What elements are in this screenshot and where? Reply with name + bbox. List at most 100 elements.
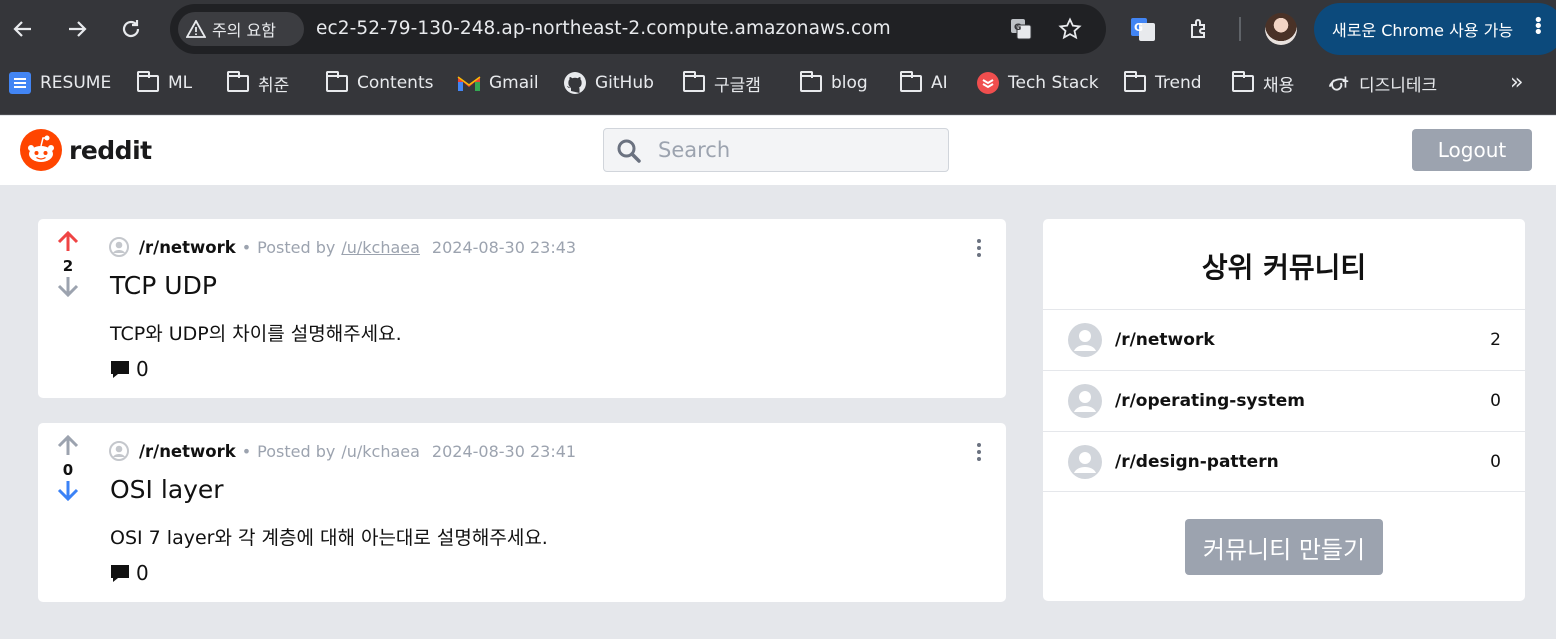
create-community-button[interactable]: 커뮤니티 만들기 [1185,519,1383,575]
panel-title: 상위 커뮤니티 [1201,251,1367,284]
post-timestamp: 2024-08-30 23:41 [431,441,577,461]
bookmark-label: blog [831,73,868,93]
reload-icon [122,20,140,38]
bookmarks-overflow-icon[interactable]: » [1510,70,1523,95]
forward-button[interactable] [60,12,94,46]
bookmark-resume[interactable]: RESUME [8,70,111,96]
bookmark-label: 디즈니테크 [1359,75,1438,96]
post-title[interactable]: TCP UDP [110,271,217,300]
bookmark-google-camp[interactable]: 구글캠 [682,70,761,96]
comments-button[interactable]: 0 [110,357,149,381]
bookmark-label: 구글캠 [714,75,761,96]
post-card[interactable]: 0 /r/network • Posted by /u/kchaea 2024-… [38,423,1006,602]
author-link[interactable]: /u/kchaea [341,442,420,461]
bookmark-github[interactable]: GitHub [563,70,654,96]
bookmark-tech-stack[interactable]: Tech Stack [976,70,1099,96]
posted-by-label: Posted by [257,237,336,257]
profile-avatar[interactable] [1265,13,1297,45]
top-communities-panel: 상위 커뮤니티 /r/network 2 /r/operating-system… [1043,219,1525,601]
bookmark-label: Gmail [489,73,539,93]
bookmark-label: 채용 [1263,75,1295,96]
chrome-update-button[interactable]: 새로운 Chrome 사용 가능 [1314,3,1556,55]
subreddit-link[interactable]: /r/network [139,238,236,257]
browser-toolbar: 주의 요함 ec2-52-79-130-248.ap-northeast-2.c… [0,0,1556,58]
vote-count: 0 [62,461,74,479]
more-options-icon[interactable] [974,239,984,260]
post-card[interactable]: 2 /r/network • Posted by /u/kchaea 2024-… [38,219,1006,398]
avatar-icon [109,237,129,257]
search-icon [617,139,641,163]
search-box[interactable] [603,128,949,172]
bookmark-star-icon[interactable] [1057,16,1083,42]
post-title[interactable]: OSI layer [110,475,224,504]
extensions-puzzle-icon[interactable] [1185,14,1215,44]
bookmark-blog[interactable]: blog [799,70,868,96]
security-warning-chip[interactable]: 주의 요함 [178,12,304,46]
svg-text:G: G [1134,21,1143,34]
comments-button[interactable]: 0 [110,561,149,585]
community-name: /r/design-pattern [1115,452,1279,472]
bookmark-disney-tech[interactable]: 디즈니테크 [1327,70,1437,96]
bookmark-label: Tech Stack [1008,73,1099,93]
downvote-arrow-icon[interactable] [56,275,80,298]
reddit-logo[interactable]: reddit [20,129,152,171]
comment-bubble-icon [111,564,129,582]
bookmark-ai[interactable]: AI [899,70,948,96]
avatar-icon [109,441,129,461]
bookmark-contents[interactable]: Contents [325,70,433,96]
community-row[interactable]: /r/operating-system 0 [1043,370,1525,431]
address-bar[interactable]: 주의 요함 ec2-52-79-130-248.ap-northeast-2.c… [170,4,1106,54]
bookmark-ml[interactable]: ML [136,70,192,96]
update-label: 새로운 Chrome 사용 가능 [1332,21,1514,40]
gmail-icon [457,72,481,94]
folder-icon [899,70,923,94]
post-body: OSI 7 layer와 각 계층에 대해 아는대로 설명해주세요. [110,527,548,549]
warning-icon [186,20,206,38]
post-timestamp: 2024-08-30 23:43 [431,237,577,257]
community-row[interactable]: /r/network 2 [1043,309,1525,370]
comment-count: 0 [136,357,149,381]
reload-button[interactable] [114,12,148,46]
techstack-icon [976,72,1000,94]
bookmark-label: ML [168,73,193,93]
meta-separator: • [241,441,252,461]
post-body: TCP와 UDP의 차이를 설명해주세요. [110,323,402,345]
bookmark-label: Trend [1155,73,1202,93]
bookmark-label: GitHub [595,73,654,93]
vote-column: 2 [54,230,82,301]
vote-column: 0 [54,434,82,505]
bookmark-trend[interactable]: Trend [1123,70,1202,96]
folder-icon [1231,70,1255,94]
arrow-right-icon [69,21,87,37]
community-name: /r/operating-system [1115,391,1306,411]
back-button[interactable] [6,12,40,46]
subreddit-link[interactable]: /r/network [139,442,236,461]
folder-icon [325,70,349,94]
upvote-arrow-icon[interactable] [56,434,80,457]
bookmark-hiring[interactable]: 채용 [1231,70,1294,96]
bookmark-gmail[interactable]: Gmail [457,70,539,96]
bookmarks-bar: RESUME ML 취준 Contents Gmail GitHub 구글캠 b… [0,58,1556,115]
more-options-icon[interactable] [974,443,984,464]
post-meta: /r/network • Posted by /u/kchaea 2024-08… [109,441,576,461]
bookmark-job-prep[interactable]: 취준 [226,70,289,96]
google-translate-extension-icon[interactable]: G [1128,14,1158,44]
logout-button[interactable]: Logout [1412,129,1532,171]
site-header: reddit Logout [0,116,1556,185]
folder-icon [1123,70,1147,94]
chrome-menu-icon[interactable]: • • • [1533,12,1544,42]
comment-bubble-icon [111,360,129,378]
arrow-left-icon [13,21,31,37]
bookmark-label: 취준 [258,75,290,96]
upvote-arrow-icon[interactable] [56,230,80,253]
url-text[interactable]: ec2-52-79-130-248.ap-northeast-2.compute… [316,18,891,39]
post-meta: /r/network • Posted by /u/kchaea 2024-08… [109,237,576,257]
community-count: 0 [1490,452,1501,472]
translate-page-icon[interactable]: G [1008,16,1034,42]
docs-icon [8,72,32,94]
security-label: 주의 요함 [212,21,276,40]
search-input[interactable] [658,136,938,164]
author-link[interactable]: /u/kchaea [341,238,420,257]
community-row[interactable]: /r/design-pattern 0 [1043,431,1525,492]
downvote-arrow-icon[interactable] [56,479,80,502]
